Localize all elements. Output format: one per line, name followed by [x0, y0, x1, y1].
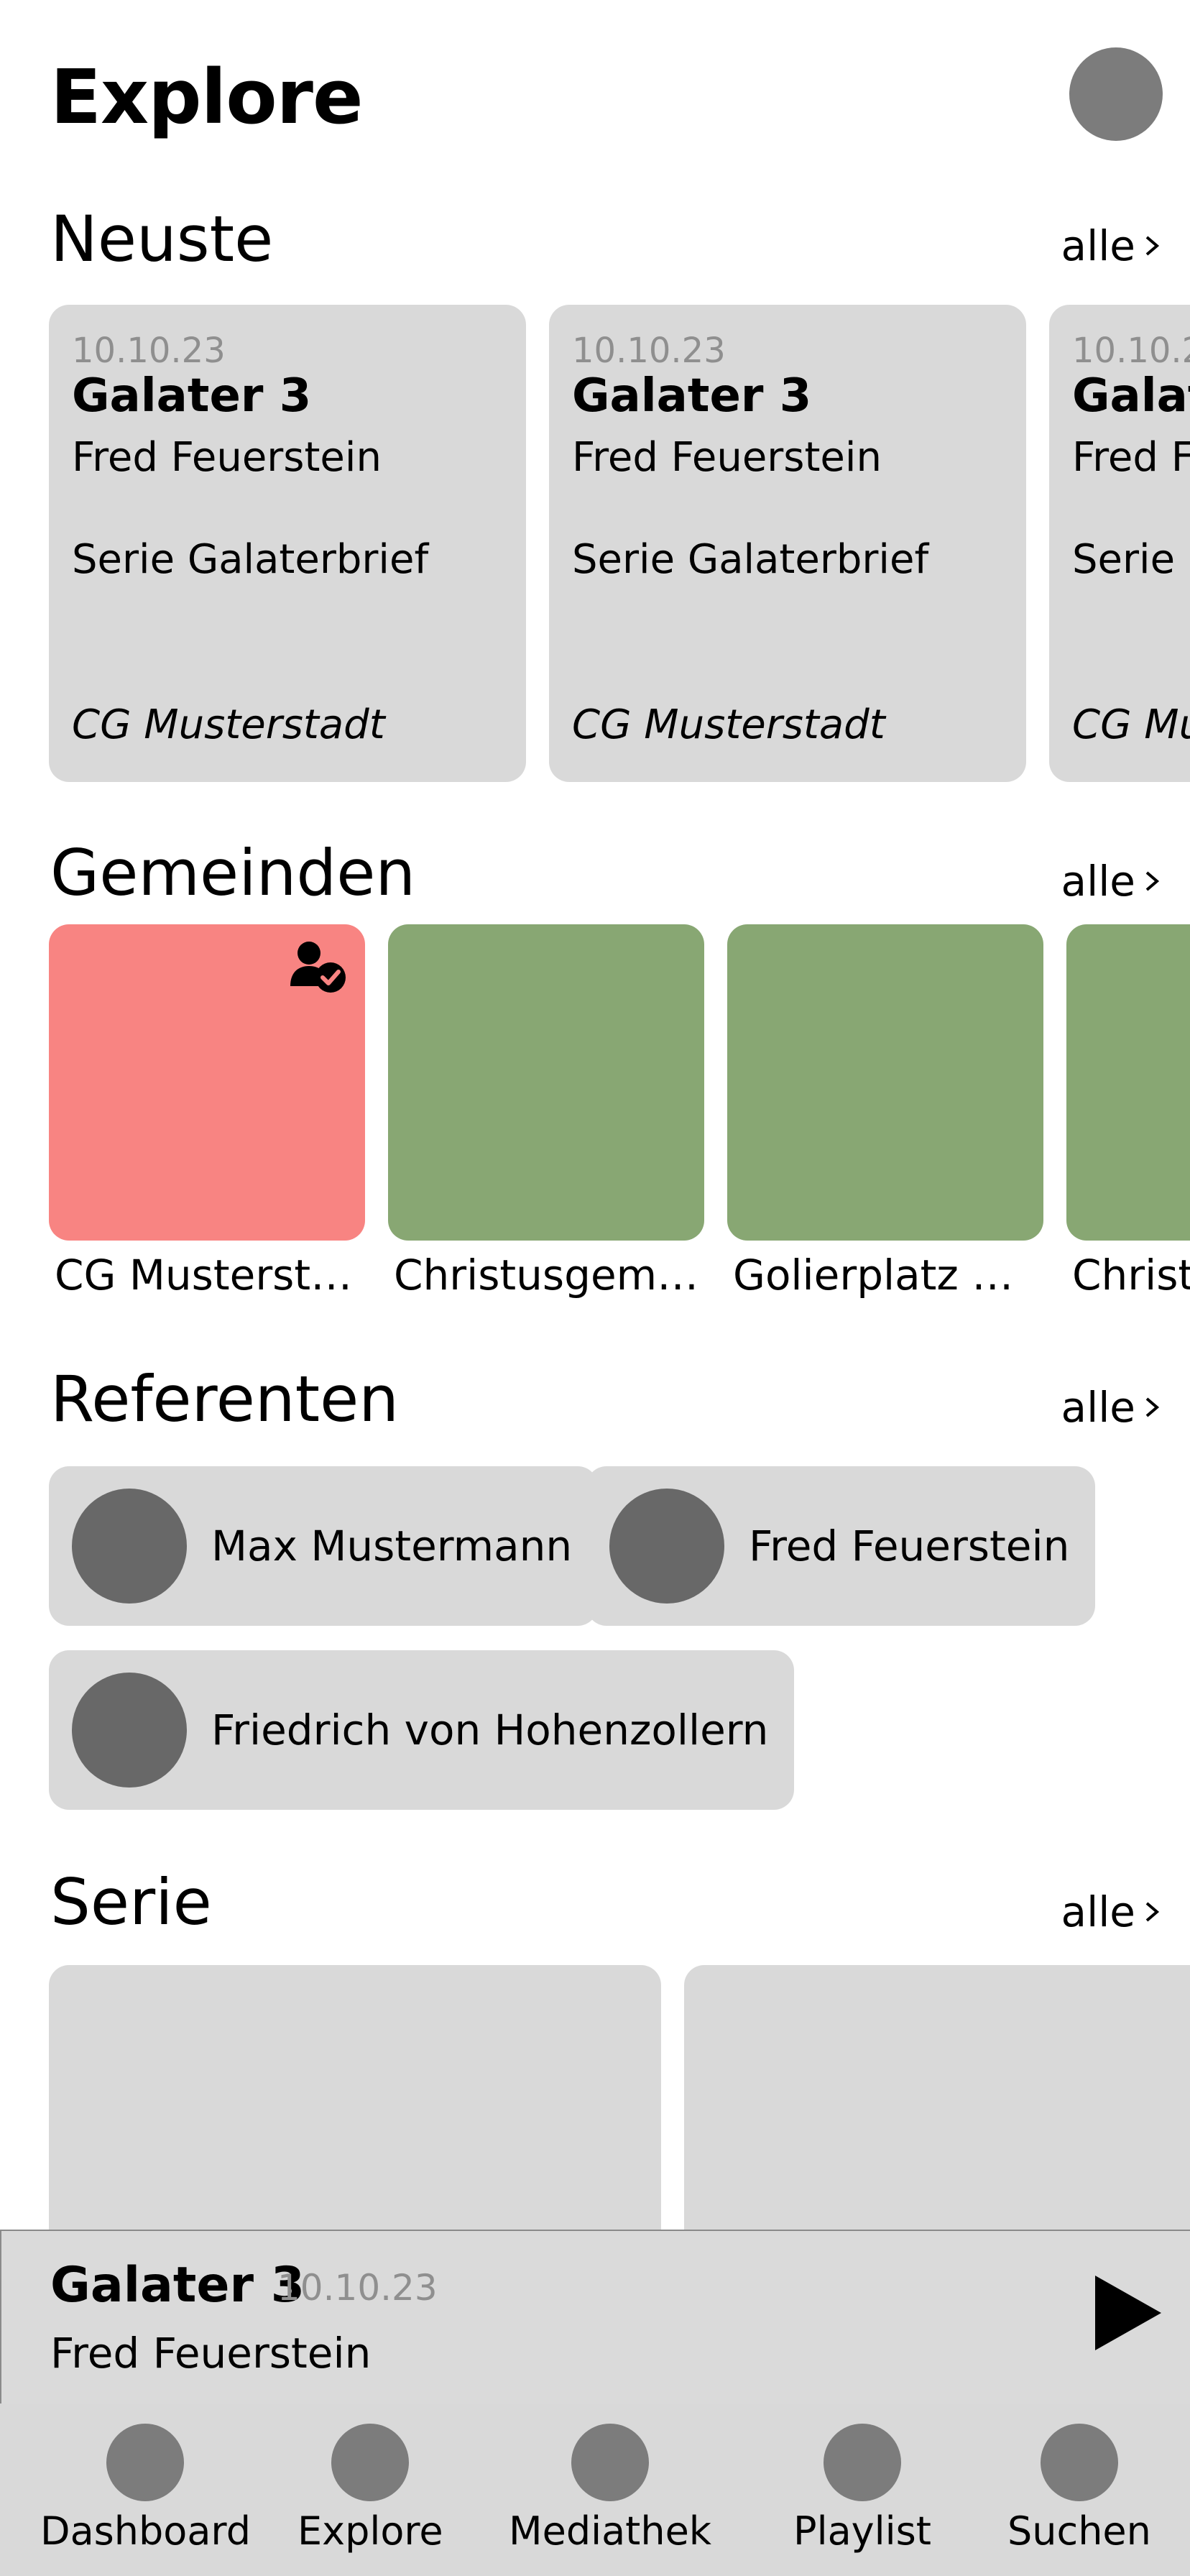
- speaker-chip[interactable]: Friedrich von Hohenzollern: [49, 1650, 795, 1810]
- dashboard-icon: [106, 2424, 185, 2501]
- card-date: 10.10.23: [72, 331, 226, 371]
- tab-dashboard[interactable]: Dashboard: [40, 2424, 251, 2554]
- community-name: Christusgemei…: [1072, 1251, 1190, 1300]
- card-series: Serie Galaterbrief: [72, 536, 429, 583]
- series-card[interactable]: [684, 1965, 1190, 2230]
- card-title: Galater 3: [72, 369, 312, 423]
- speaker-chip[interactable]: Max Mustermann: [49, 1466, 599, 1626]
- card-date: 10.10.23: [572, 331, 726, 371]
- communities-carousel[interactable]: CG Musterstadt Christusgemei… Golierplat…: [0, 924, 1190, 1312]
- card-series: Serie Galaterbrief: [572, 536, 929, 583]
- serie-all-label: alle: [1061, 1887, 1135, 1936]
- community-tile: [727, 924, 1043, 1241]
- card-title: Galater 3: [572, 369, 812, 423]
- card-church: CG Musterstadt: [572, 702, 885, 748]
- tab-suchen[interactable]: Suchen: [1007, 2424, 1151, 2554]
- speaker-name: Fred Feuerstein: [749, 1522, 1070, 1570]
- section-title-neuste: Neuste: [50, 202, 274, 276]
- speaker-avatar: [609, 1489, 724, 1604]
- card-church: CG Musterstadt: [1072, 702, 1190, 748]
- chevron-right-icon: [1145, 1397, 1160, 1417]
- tab-bar: Dashboard Explore Mediathek Playlist Suc…: [0, 2404, 1190, 2576]
- chevron-right-icon: [1145, 871, 1160, 891]
- latest-carousel[interactable]: 10.10.23 Galater 3 Fred Feuerstein Serie…: [0, 305, 1190, 782]
- tab-label: Suchen: [1007, 2508, 1151, 2554]
- community-item[interactable]: Christusgemei…: [1066, 924, 1190, 1300]
- community-item[interactable]: Golierplatz Mü…: [727, 924, 1043, 1300]
- profile-avatar[interactable]: [1069, 47, 1163, 141]
- player-title: Galater 3: [50, 2257, 305, 2314]
- community-item[interactable]: CG Musterstadt: [49, 924, 365, 1300]
- card-title: Galater 3: [1072, 369, 1190, 423]
- player-date: 10.10.23: [277, 2267, 438, 2309]
- community-name: CG Musterstadt: [55, 1251, 365, 1300]
- playlist-icon: [823, 2424, 901, 2501]
- page-title: Explore: [50, 53, 363, 141]
- card-series: Serie Galaterbrief: [1072, 536, 1190, 583]
- card-speaker: Fred Feuerstein: [572, 434, 882, 481]
- mediathek-icon: [571, 2424, 650, 2501]
- community-tile: [1066, 924, 1190, 1241]
- community-name: Christusgemei…: [394, 1251, 704, 1300]
- serie-all-link[interactable]: alle: [1061, 1883, 1163, 1941]
- series-card[interactable]: [49, 1965, 661, 2230]
- section-title-serie: Serie: [50, 1865, 212, 1939]
- referenten-all-label: alle: [1061, 1383, 1135, 1432]
- community-tile: [388, 924, 704, 1241]
- tab-playlist[interactable]: Playlist: [793, 2424, 931, 2554]
- card-speaker: Fred Feuerstein: [1072, 434, 1190, 481]
- gemeinden-all-label: alle: [1061, 857, 1135, 906]
- latest-card[interactable]: 10.10.23 Galater 3 Fred Feuerstein Serie…: [549, 305, 1026, 782]
- tab-label: Explore: [298, 2508, 443, 2554]
- search-icon: [1040, 2424, 1118, 2501]
- neuste-all-link[interactable]: alle: [1061, 217, 1163, 275]
- referenten-all-link[interactable]: alle: [1061, 1379, 1163, 1436]
- chevron-right-icon: [1145, 236, 1160, 256]
- latest-card[interactable]: 10.10.23 Galater 3 Fred Feuerstein Serie…: [49, 305, 526, 782]
- section-title-referenten: Referenten: [50, 1362, 400, 1436]
- explore-icon: [331, 2424, 410, 2501]
- chevron-right-icon: [1145, 1902, 1160, 1922]
- tab-label: Playlist: [793, 2508, 931, 2554]
- card-date: 10.10.23: [1072, 331, 1190, 371]
- person-check-icon: [290, 942, 346, 993]
- speaker-chip[interactable]: Fred Feuerstein: [586, 1466, 1096, 1626]
- tab-mediathek[interactable]: Mediathek: [509, 2424, 711, 2554]
- speaker-avatar: [72, 1489, 187, 1604]
- speaker-name: Friedrich von Hohenzollern: [211, 1706, 769, 1754]
- tab-label: Dashboard: [40, 2508, 251, 2554]
- play-icon[interactable]: [1092, 2273, 1164, 2353]
- tab-explore[interactable]: Explore: [298, 2424, 443, 2554]
- speaker-avatar: [72, 1673, 187, 1788]
- player-speaker: Fred Feuerstein: [50, 2329, 372, 2378]
- mini-player[interactable]: Galater 3 10.10.23 Fred Feuerstein: [0, 2230, 1190, 2405]
- latest-card[interactable]: 10.10.23 Galater 3 Fred Feuerstein Serie…: [1049, 305, 1190, 782]
- community-item[interactable]: Christusgemei…: [388, 924, 704, 1300]
- community-tile: [49, 924, 365, 1241]
- speaker-name: Max Mustermann: [211, 1522, 573, 1570]
- card-church: CG Musterstadt: [72, 702, 385, 748]
- neuste-all-label: alle: [1061, 221, 1135, 270]
- card-speaker: Fred Feuerstein: [72, 434, 382, 481]
- series-carousel[interactable]: [0, 1965, 1190, 2230]
- gemeinden-all-link[interactable]: alle: [1061, 852, 1163, 910]
- community-name: Golierplatz Mü…: [733, 1251, 1043, 1300]
- section-title-gemeinden: Gemeinden: [50, 836, 416, 910]
- tab-label: Mediathek: [509, 2508, 712, 2554]
